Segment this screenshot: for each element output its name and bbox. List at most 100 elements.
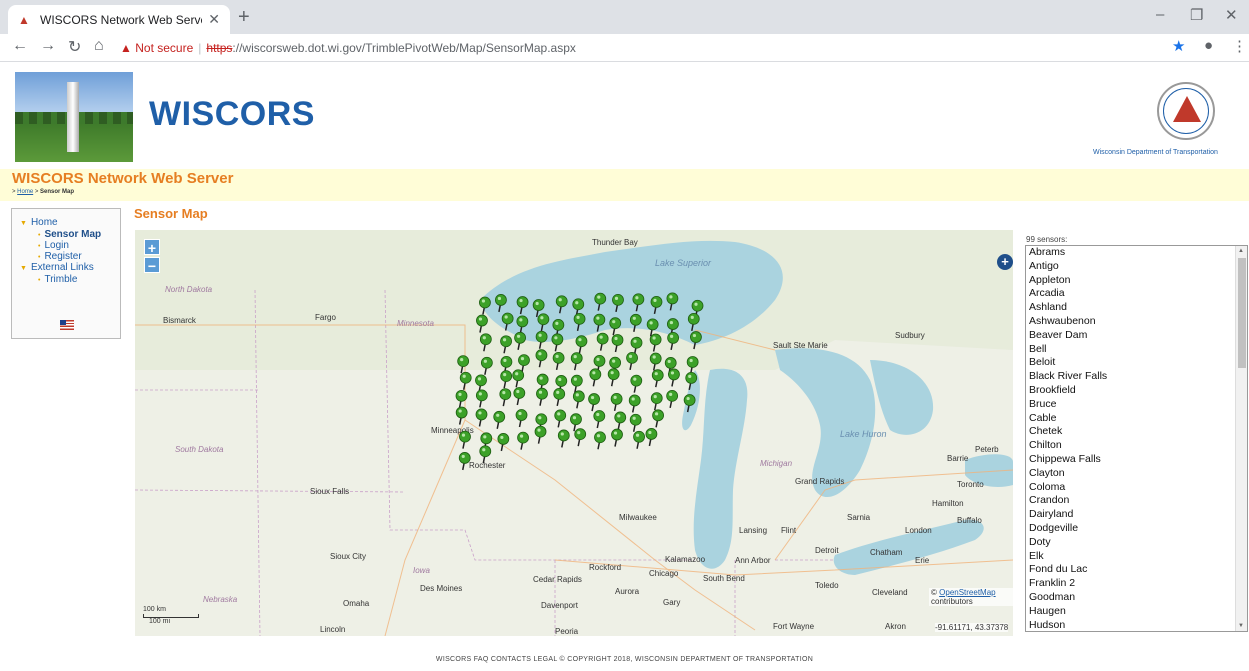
close-window-icon[interactable]: ✕: [1225, 6, 1238, 24]
breadcrumb-current: Sensor Map: [40, 189, 75, 195]
sensor-option[interactable]: Arcadia: [1026, 287, 1247, 301]
sensor-option[interactable]: Crandon: [1026, 494, 1247, 508]
nav-sensor-map[interactable]: Sensor Map: [44, 229, 101, 240]
sensor-option[interactable]: Beloit: [1026, 356, 1247, 370]
map-label: Detroit: [815, 546, 839, 555]
url-scheme: https: [206, 41, 233, 55]
sensor-option[interactable]: Chetek: [1026, 425, 1247, 439]
sensor-option[interactable]: Coloma: [1026, 481, 1247, 495]
sensor-option[interactable]: Elk: [1026, 550, 1247, 564]
page-footer[interactable]: WISCORS FAQ CONTACTS LEGAL © COPYRIGHT 2…: [0, 656, 1249, 663]
sensor-option[interactable]: Ashwaubenon: [1026, 315, 1247, 329]
map-label: Sioux City: [330, 552, 366, 561]
map-label: Lake Superior: [655, 258, 712, 268]
sensor-option[interactable]: Chippewa Falls: [1026, 453, 1247, 467]
browser-toolbar: ← → ↻ ⌂ ▲ Not secure | https://wiscorsweb.…: [0, 34, 1249, 62]
reload-icon[interactable]: ↻: [68, 37, 81, 57]
sensor-option[interactable]: Haugen: [1026, 605, 1247, 619]
back-arrow-icon[interactable]: ←: [12, 37, 28, 55]
sensor-option[interactable]: Appleton: [1026, 274, 1247, 288]
browser-tab[interactable]: ▲ WISCORS Network Web Server - ✕: [8, 5, 230, 34]
map-label: North Dakota: [165, 285, 213, 294]
map-label: Barrie: [947, 454, 969, 463]
map-title: Sensor Map: [134, 206, 208, 221]
nav-external-links[interactable]: External Links: [31, 262, 94, 273]
breadcrumb: > Home > Sensor Map: [12, 189, 75, 195]
map-attribution: © OpenStreetMap contributors: [929, 588, 1013, 606]
sensor-map[interactable]: North Dakota Bismarck Fargo Minnesota Thunde…: [135, 230, 1013, 636]
map-label: Peoria: [555, 627, 579, 636]
nav-register[interactable]: Register: [44, 251, 81, 262]
forward-arrow-icon[interactable]: →: [40, 37, 56, 55]
map-label: London: [905, 526, 932, 535]
bookmark-star-icon[interactable]: ★: [1172, 37, 1185, 55]
sensor-option[interactable]: Beaver Dam: [1026, 329, 1247, 343]
map-label: Ann Arbor: [735, 556, 771, 565]
map-canvas[interactable]: North Dakota Bismarck Fargo Minnesota Thunde…: [135, 230, 1013, 636]
new-tab-icon[interactable]: +: [238, 6, 250, 29]
sensor-count: 99 sensors:: [1026, 235, 1068, 244]
sensor-option[interactable]: Clayton: [1026, 467, 1247, 481]
home-icon[interactable]: ⌂: [94, 37, 104, 55]
map-label: South Bend: [703, 574, 745, 583]
sensor-option[interactable]: Chilton: [1026, 439, 1247, 453]
not-secure-label: Not secure: [135, 41, 194, 55]
list-scrollbar[interactable]: ▲ ▼: [1235, 246, 1247, 631]
account-icon[interactable]: ●: [1204, 37, 1213, 54]
sensor-option[interactable]: Bell: [1026, 343, 1247, 357]
map-label: Bismarck: [163, 316, 197, 325]
sensor-option[interactable]: Goodman: [1026, 591, 1247, 605]
sensor-option[interactable]: Abrams: [1026, 246, 1247, 260]
address-bar[interactable]: ▲ Not secure | https://wiscorsweb.dot.wi.g…: [120, 37, 1240, 59]
map-label: Hamilton: [932, 499, 964, 508]
zoom-in-button[interactable]: +: [144, 239, 160, 256]
sensor-option[interactable]: Doty: [1026, 536, 1247, 550]
zoom-out-button[interactable]: −: [144, 257, 160, 274]
sensor-option[interactable]: Cable: [1026, 412, 1247, 426]
breadcrumb-home-link[interactable]: Home: [17, 189, 33, 195]
us-flag-icon[interactable]: [60, 320, 74, 330]
site-favicon-icon: ▲: [18, 12, 30, 27]
sensor-option[interactable]: Hudson: [1026, 619, 1247, 631]
map-label: Peterb: [975, 445, 999, 454]
map-label: Sault Ste Marie: [773, 341, 828, 350]
map-label: Fargo: [315, 313, 336, 322]
map-label: Erie: [915, 556, 930, 565]
sensor-option[interactable]: Dodgeville: [1026, 522, 1247, 536]
nav-trimble[interactable]: Trimble: [44, 274, 77, 285]
layers-button[interactable]: +: [997, 254, 1013, 270]
map-label: Chatham: [870, 548, 903, 557]
sensor-option[interactable]: Franklin 2: [1026, 577, 1247, 591]
sensor-option[interactable]: Fond du Lac: [1026, 563, 1247, 577]
sensor-option[interactable]: Black River Falls: [1026, 370, 1247, 384]
browser-tab-strip: ▲ WISCORS Network Web Server - ✕ + – ❐ ✕: [0, 0, 1249, 34]
close-tab-icon[interactable]: ✕: [208, 11, 220, 28]
map-label: Cedar Rapids: [533, 575, 582, 584]
map-label: Lincoln: [320, 625, 345, 634]
sensor-option[interactable]: Antigo: [1026, 260, 1247, 274]
scrollbar-thumb[interactable]: [1238, 258, 1246, 368]
map-label: Toronto: [957, 480, 984, 489]
map-label: Flint: [781, 526, 797, 535]
map-label: Cleveland: [872, 588, 908, 597]
nav-login[interactable]: Login: [44, 240, 68, 251]
sensor-option[interactable]: Brookfield: [1026, 384, 1247, 398]
map-label: Rockford: [589, 563, 621, 572]
map-label: Buffalo: [957, 516, 982, 525]
menu-dots-icon[interactable]: ⋮: [1232, 37, 1247, 55]
maximize-icon[interactable]: ❐: [1190, 6, 1203, 24]
wisdot-seal-icon: [1157, 82, 1215, 140]
map-label: Kalamazoo: [665, 555, 706, 564]
sensor-option[interactable]: Dairyland: [1026, 508, 1247, 522]
map-label: South Dakota: [175, 445, 224, 454]
sensor-option[interactable]: Ashland: [1026, 301, 1247, 315]
sensor-listbox[interactable]: Abrams Antigo Appleton Arcadia Ashland Ashwau…: [1025, 245, 1248, 632]
map-label: Grand Rapids: [795, 477, 844, 486]
site-title: WISCORS Network Web Server: [12, 170, 234, 187]
map-label: Rochester: [469, 461, 506, 470]
sensor-option[interactable]: Bruce: [1026, 398, 1247, 412]
nav-home[interactable]: Home: [31, 217, 58, 228]
minimize-icon[interactable]: –: [1156, 6, 1164, 23]
map-label: Omaha: [343, 599, 370, 608]
openstreetmap-link[interactable]: OpenStreetMap: [939, 588, 995, 597]
